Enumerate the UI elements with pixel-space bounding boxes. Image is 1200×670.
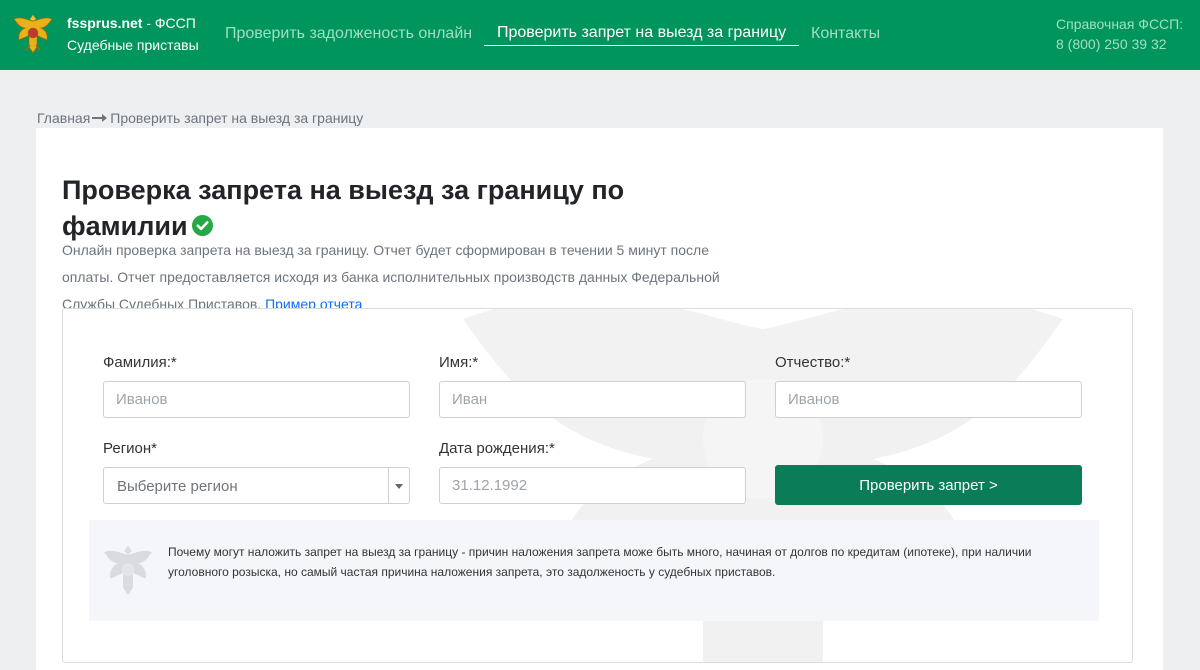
select-divider bbox=[388, 468, 389, 503]
page-description: Онлайн проверка запрета на выезд за гран… bbox=[62, 237, 722, 318]
region-select[interactable]: Выберите регион bbox=[103, 467, 410, 504]
breadcrumb: Главная Проверить запрет на выезд за гра… bbox=[37, 110, 363, 126]
breadcrumb-home[interactable]: Главная bbox=[37, 110, 90, 126]
brand-suffix[interactable]: - ФССП bbox=[142, 15, 195, 31]
brand-subtitle[interactable]: Судебные приставы bbox=[67, 37, 199, 53]
arrow-right-icon bbox=[91, 113, 109, 123]
caret-down-icon[interactable] bbox=[395, 484, 403, 489]
brand-title[interactable]: fssprus.net - ФССП bbox=[67, 15, 196, 31]
help-phone[interactable]: 8 (800) 250 39 32 bbox=[1056, 36, 1167, 52]
check-circle-icon bbox=[192, 215, 213, 236]
page-description-text: Онлайн проверка запрета на выезд за гран… bbox=[62, 242, 720, 312]
nav-check-debt[interactable]: Проверить задолженость онлайн bbox=[225, 25, 472, 43]
brand-site[interactable]: fssprus.net bbox=[67, 15, 142, 31]
eagle-emblem-icon[interactable] bbox=[10, 11, 56, 57]
info-box: Почему могут наложить запрет на выезд за… bbox=[89, 520, 1099, 621]
name-label: Имя:* bbox=[439, 354, 478, 371]
search-form: Фамилия:* Имя:* Отчество:* Регион* Выбер… bbox=[62, 308, 1133, 663]
name-input[interactable] bbox=[439, 381, 746, 418]
patronymic-input[interactable] bbox=[775, 381, 1082, 418]
nav-check-travel-ban[interactable]: Проверить запрет на выезд за границу bbox=[484, 24, 799, 46]
help-label: Справочная ФССП: bbox=[1056, 16, 1183, 32]
page-title: Проверка запрета на выезд за границу по … bbox=[62, 172, 702, 244]
birthdate-label: Дата рождения:* bbox=[439, 440, 555, 457]
page-title-text: Проверка запрета на выезд за границу по … bbox=[62, 175, 624, 241]
region-label: Регион* bbox=[103, 440, 157, 457]
check-ban-button[interactable]: Проверить запрет > bbox=[775, 465, 1082, 505]
surname-label: Фамилия:* bbox=[103, 354, 177, 371]
region-select-value: Выберите регион bbox=[117, 478, 238, 495]
birthdate-input[interactable] bbox=[439, 467, 746, 504]
surname-input[interactable] bbox=[103, 381, 410, 418]
eagle-emblem-icon bbox=[99, 542, 157, 600]
nav-contacts[interactable]: Контакты bbox=[811, 25, 880, 43]
patronymic-label: Отчество:* bbox=[775, 354, 850, 371]
site-header: fssprus.net - ФССП Судебные приставы Про… bbox=[0, 0, 1200, 70]
info-text: Почему могут наложить запрет на выезд за… bbox=[168, 542, 1068, 582]
main-card: Проверка запрета на выезд за границу по … bbox=[36, 128, 1163, 670]
breadcrumb-current: Проверить запрет на выезд за границу bbox=[110, 110, 363, 126]
